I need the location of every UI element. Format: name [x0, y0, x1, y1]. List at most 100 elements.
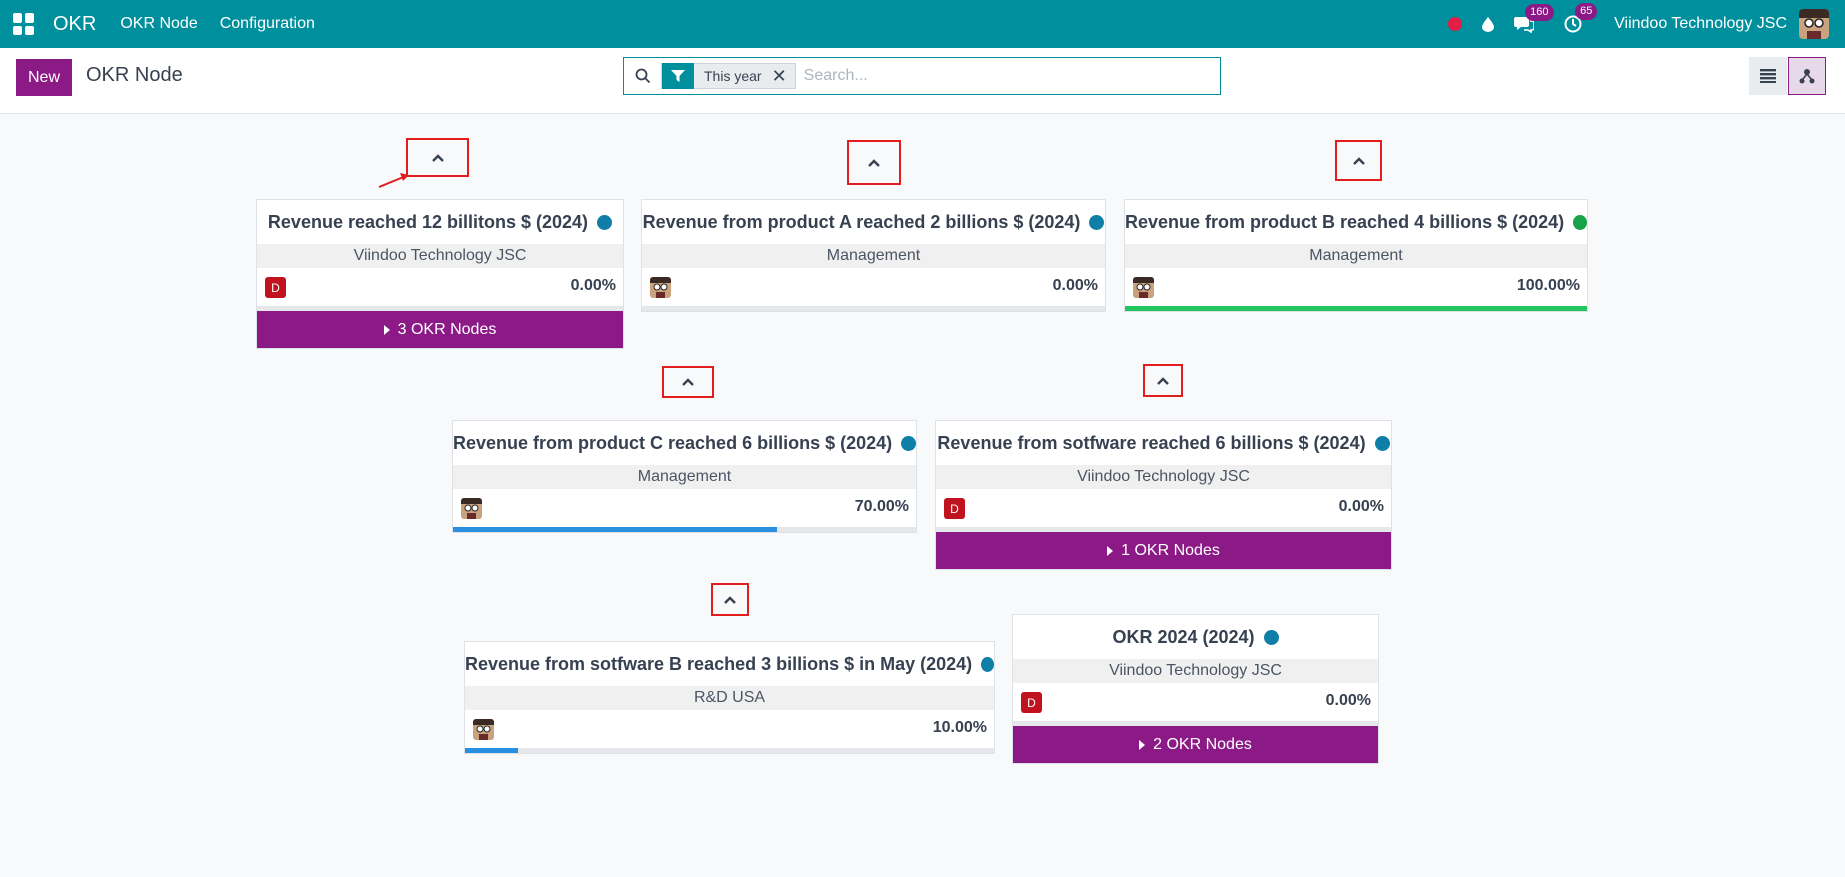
progress-bar	[642, 306, 1105, 311]
okr-node-card[interactable]: Revenue from product C reached 6 billion…	[452, 420, 917, 533]
collapse-parent-button[interactable]	[406, 138, 469, 177]
chevron-up-icon	[682, 378, 694, 386]
progress-bar	[1013, 721, 1378, 726]
search-bar[interactable]: This year ✕	[623, 57, 1221, 95]
app-menu-icon[interactable]	[13, 13, 35, 35]
caret-right-icon	[383, 324, 390, 335]
top-navbar: OKR OKR Node Configuration 160 65 Viindo…	[0, 0, 1845, 48]
card-title-text: OKR 2024 (2024)	[1112, 626, 1255, 647]
list-view-button[interactable]	[1749, 57, 1787, 95]
avatar[interactable]: D	[944, 498, 965, 519]
avatar[interactable]	[650, 277, 671, 298]
messages-badge: 160	[1525, 3, 1554, 21]
okr-node-card[interactable]: Revenue from product B reached 4 billion…	[1124, 199, 1588, 312]
card-team: Management	[1125, 244, 1587, 268]
chevron-up-icon	[868, 158, 880, 167]
status-dot	[1263, 629, 1279, 645]
avatar[interactable]: D	[1021, 692, 1042, 713]
chevron-up-icon	[724, 595, 736, 604]
filter-icon	[662, 63, 694, 89]
okr-node-card[interactable]: Revenue from sotfware B reached 3 billio…	[464, 641, 995, 754]
progress-percent: 100.00%	[1516, 277, 1580, 294]
children-toggle-button[interactable]: 3 OKR Nodes	[257, 311, 623, 348]
card-title[interactable]: OKR 2024 (2024)	[1013, 615, 1378, 659]
avatar[interactable]: D	[265, 277, 286, 298]
status-dot	[597, 214, 613, 230]
okr-node-card[interactable]: OKR 2024 (2024) Viindoo Technology JSC D…	[1012, 614, 1379, 764]
card-title-text: Revenue from product C reached 6 billion…	[453, 432, 893, 453]
facet-remove-icon[interactable]: ✕	[772, 66, 795, 87]
collapse-parent-button[interactable]	[711, 583, 749, 616]
hierarchy-icon	[1799, 69, 1815, 84]
children-toggle-button[interactable]: 1 OKR Nodes	[936, 532, 1391, 569]
avatar[interactable]	[1133, 277, 1154, 298]
search-input[interactable]	[803, 67, 1204, 85]
activities-badge: 65	[1575, 3, 1598, 20]
card-team: Viindoo Technology JSC	[257, 244, 623, 268]
card-title[interactable]: Revenue reached 12 billitons $ (2024)	[257, 200, 623, 244]
control-panel: New OKR Node This year ✕	[0, 48, 1845, 114]
recording-indicator[interactable]	[1448, 17, 1463, 31]
okr-node-card[interactable]: Revenue from sotfware reached 6 billions…	[935, 420, 1392, 570]
card-title[interactable]: Revenue from product C reached 6 billion…	[453, 421, 916, 465]
red-dot-icon	[1448, 17, 1463, 31]
card-team: Management	[642, 244, 1105, 268]
status-dot	[1089, 214, 1105, 230]
card-title-text: Revenue from sotfware B reached 3 billio…	[465, 653, 973, 674]
progress-percent: 70.00%	[854, 498, 909, 515]
chevron-up-icon	[1352, 156, 1365, 165]
collapse-parent-button[interactable]	[662, 366, 714, 398]
chevron-up-icon	[431, 153, 444, 162]
card-title[interactable]: Revenue from sotfware reached 6 billions…	[936, 421, 1391, 465]
progress-bar	[257, 306, 623, 311]
menu-okr-node[interactable]: OKR Node	[120, 15, 197, 33]
caret-right-icon	[1139, 739, 1146, 750]
avatar[interactable]	[473, 719, 494, 740]
facet-label: This year	[704, 68, 762, 84]
collapse-parent-button[interactable]	[847, 140, 901, 185]
progress-bar	[1125, 306, 1587, 311]
droplet-icon[interactable]	[1482, 16, 1495, 32]
progress-bar	[453, 527, 916, 532]
progress-percent: 0.00%	[1325, 692, 1371, 709]
collapse-parent-button[interactable]	[1143, 364, 1183, 397]
card-title[interactable]: Revenue from product B reached 4 billion…	[1125, 200, 1587, 244]
progress-percent: 0.00%	[570, 277, 616, 294]
collapse-parent-button[interactable]	[1335, 140, 1382, 181]
status-dot	[1573, 214, 1587, 230]
progress-percent: 0.00%	[1052, 277, 1098, 294]
avatar[interactable]	[461, 498, 482, 519]
company-switcher[interactable]: Viindoo Technology JSC	[1614, 15, 1787, 33]
menu-configuration[interactable]: Configuration	[220, 15, 315, 33]
activities-icon[interactable]: 65	[1564, 3, 1598, 33]
progress-percent: 0.00%	[1338, 498, 1384, 515]
card-title[interactable]: Revenue from product A reached 2 billion…	[642, 200, 1105, 244]
progress-percent: 10.00%	[932, 719, 987, 736]
page-title: OKR Node	[86, 64, 183, 86]
card-title-text: Revenue from product B reached 4 billion…	[1125, 211, 1565, 232]
filter-facet[interactable]: This year ✕	[661, 63, 796, 89]
children-label: 1 OKR Nodes	[1121, 541, 1220, 559]
children-toggle-button[interactable]: 2 OKR Nodes	[1013, 726, 1378, 763]
progress-bar	[936, 527, 1391, 532]
children-label: 3 OKR Nodes	[397, 320, 497, 338]
children-label: 2 OKR Nodes	[1153, 735, 1252, 753]
user-avatar[interactable]	[1799, 9, 1829, 39]
okr-node-card[interactable]: Revenue from product A reached 2 billion…	[641, 199, 1106, 312]
card-team: Viindoo Technology JSC	[1013, 659, 1378, 683]
status-dot	[901, 435, 916, 451]
card-team: R&D USA	[465, 686, 994, 710]
card-title-text: Revenue reached 12 billitons $ (2024)	[267, 211, 589, 232]
hierarchy-view-button[interactable]	[1788, 57, 1826, 95]
messages-icon[interactable]: 160	[1514, 3, 1554, 33]
search-icon	[635, 68, 651, 84]
card-title-text: Revenue from product A reached 2 billion…	[642, 211, 1081, 232]
card-title[interactable]: Revenue from sotfware B reached 3 billio…	[465, 642, 994, 686]
card-team: Viindoo Technology JSC	[936, 465, 1391, 489]
status-dot	[1374, 435, 1390, 451]
new-button[interactable]: New	[16, 59, 72, 96]
progress-bar	[465, 748, 994, 753]
okr-node-card[interactable]: Revenue reached 12 billitons $ (2024) Vi…	[256, 199, 624, 349]
app-brand[interactable]: OKR	[53, 13, 96, 36]
card-team: Management	[453, 465, 916, 489]
